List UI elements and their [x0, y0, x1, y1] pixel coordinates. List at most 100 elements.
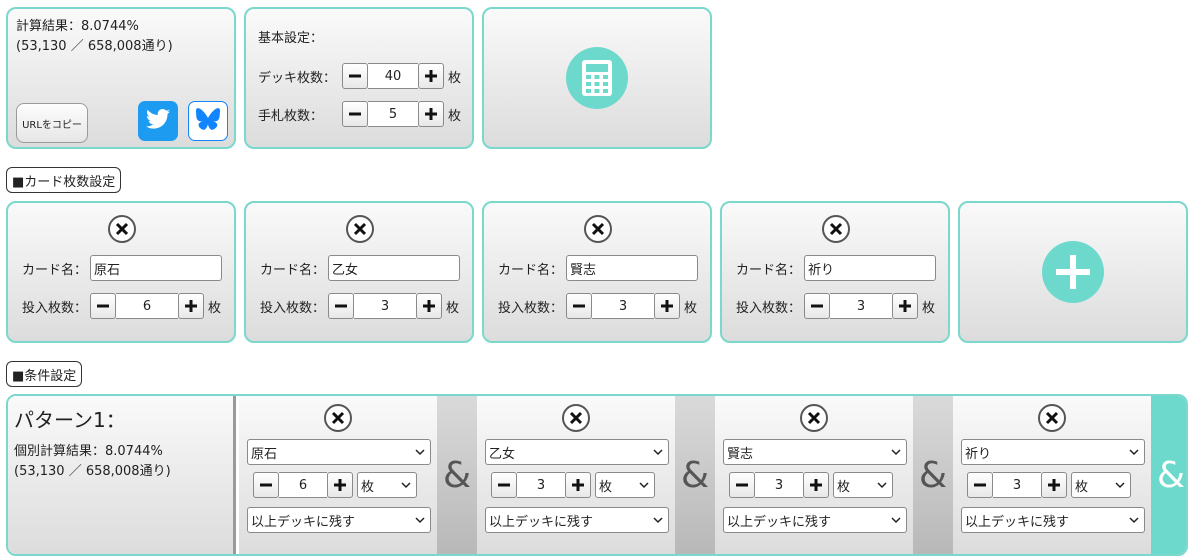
remove-card-button[interactable]: [346, 215, 374, 243]
card-count-value[interactable]: 3: [830, 293, 892, 319]
condition-decrement-button[interactable]: [491, 472, 517, 498]
condition-unit-select[interactable]: 枚: [1071, 472, 1131, 498]
condition-decrement-button[interactable]: [253, 472, 279, 498]
condition-count-value[interactable]: 3: [755, 472, 803, 498]
condition-settings-label: ■条件設定: [6, 361, 83, 387]
card-count-stepper: 3: [328, 293, 442, 319]
condition-increment-button[interactable]: [803, 472, 829, 498]
add-icon-circle: [1042, 241, 1104, 303]
hand-count-row: 手札枚数： 5 枚: [258, 101, 461, 127]
chevron-down-icon: [415, 449, 425, 456]
chevron-down-icon: [1129, 517, 1139, 524]
calculate-button[interactable]: [482, 7, 712, 149]
remove-card-button[interactable]: [108, 215, 136, 243]
remove-condition-button[interactable]: [800, 404, 828, 432]
condition-unit-select[interactable]: 枚: [833, 472, 893, 498]
condition-card-select[interactable]: 原石: [247, 439, 431, 465]
card-count-unit: 枚: [922, 300, 936, 316]
basic-settings-title: 基本設定：: [258, 31, 324, 46]
chevron-down-icon: [639, 482, 649, 489]
card-count-stepper: 3: [566, 293, 680, 319]
minus-icon: [97, 304, 109, 308]
deck-count-label: デッキ枚数：: [258, 70, 337, 86]
condition-mode-select[interactable]: 以上デッキに残す: [961, 507, 1145, 533]
condition-card-value: 乙女: [489, 446, 516, 462]
card-count-value[interactable]: 3: [592, 293, 654, 319]
card-increment-button[interactable]: [892, 293, 918, 319]
condition-unit-select[interactable]: 枚: [595, 472, 655, 498]
card-name-input[interactable]: 賢志: [566, 255, 698, 281]
copy-url-button[interactable]: URLをコピー: [16, 103, 88, 143]
remove-condition-button[interactable]: [1038, 404, 1066, 432]
card-name-row: カード名： 賢志: [498, 255, 698, 281]
condition-count-value[interactable]: 3: [517, 472, 565, 498]
condition-unit-value: 枚: [837, 479, 851, 495]
condition-mode-value: 以上デッキに残す: [251, 514, 356, 530]
condition-count-value[interactable]: 3: [993, 472, 1041, 498]
condition-mode-select[interactable]: 以上デッキに残す: [247, 507, 431, 533]
card-panel: カード名： 乙女 投入枚数： 3 枚: [244, 201, 474, 343]
card-name-row: カード名： 原石: [22, 255, 222, 281]
card-decrement-button[interactable]: [90, 293, 116, 319]
card-decrement-button[interactable]: [566, 293, 592, 319]
deck-count-row: デッキ枚数： 40 枚: [258, 63, 461, 89]
plus-icon: [810, 479, 822, 491]
card-increment-button[interactable]: [178, 293, 204, 319]
condition-card: 乙女 3 枚 以上デッキに残す: [477, 396, 675, 554]
deck-count-value[interactable]: 40: [368, 63, 418, 89]
condition-decrement-button[interactable]: [967, 472, 993, 498]
result-panel: 計算結果：8.0744% (53,130 ／ 658,008通り) URLをコピ…: [6, 7, 236, 149]
pattern-row: パターン1： 個別計算結果：8.0744% (53,130 ／ 658,008通…: [6, 394, 1188, 556]
minus-icon: [335, 304, 347, 308]
hand-decrement-button[interactable]: [342, 101, 368, 127]
hand-count-value[interactable]: 5: [368, 101, 418, 127]
and-operator: &: [437, 396, 477, 554]
remove-card-button[interactable]: [822, 215, 850, 243]
condition-mode-select[interactable]: 以上デッキに残す: [485, 507, 669, 533]
hand-increment-button[interactable]: [418, 101, 444, 127]
twitter-share-button[interactable]: [138, 101, 178, 141]
card-count-row: 投入枚数： 3 枚: [498, 293, 697, 319]
remove-card-button[interactable]: [584, 215, 612, 243]
card-name-input[interactable]: 原石: [90, 255, 222, 281]
bluesky-share-button[interactable]: [188, 101, 228, 141]
condition-count-stepper: 3: [491, 472, 591, 498]
hand-count-stepper: 5: [342, 101, 444, 127]
card-panel: カード名： 賢志 投入枚数： 3 枚: [482, 201, 712, 343]
condition-mode-select[interactable]: 以上デッキに残す: [723, 507, 907, 533]
card-increment-button[interactable]: [416, 293, 442, 319]
hand-unit: 枚: [448, 108, 462, 124]
deck-increment-button[interactable]: [418, 63, 444, 89]
condition-increment-button[interactable]: [565, 472, 591, 498]
condition-card-select[interactable]: 賢志: [723, 439, 907, 465]
condition-increment-button[interactable]: [1041, 472, 1067, 498]
condition-card-select[interactable]: 祈り: [961, 439, 1145, 465]
card-decrement-button[interactable]: [804, 293, 830, 319]
condition-unit-select[interactable]: 枚: [357, 472, 417, 498]
card-name-label: カード名：: [498, 262, 564, 278]
twitter-bird-icon: [146, 109, 170, 133]
card-count-value[interactable]: 3: [354, 293, 416, 319]
condition-increment-button[interactable]: [327, 472, 353, 498]
card-decrement-button[interactable]: [328, 293, 354, 319]
add-card-button[interactable]: [958, 201, 1188, 343]
result-combinations: (53,130 ／ 658,008通り): [16, 39, 173, 54]
remove-condition-button[interactable]: [324, 404, 352, 432]
condition-card-select[interactable]: 乙女: [485, 439, 669, 465]
condition-card: 賢志 3 枚 以上デッキに残す: [715, 396, 913, 554]
card-name-input[interactable]: 祈り: [804, 255, 936, 281]
card-increment-button[interactable]: [654, 293, 680, 319]
pattern-result-combinations: (53,130 ／ 658,008通り): [14, 464, 171, 479]
chevron-down-icon: [891, 517, 901, 524]
card-count-value[interactable]: 6: [116, 293, 178, 319]
remove-condition-button[interactable]: [562, 404, 590, 432]
deck-decrement-button[interactable]: [342, 63, 368, 89]
condition-decrement-button[interactable]: [729, 472, 755, 498]
card-name-input[interactable]: 乙女: [328, 255, 460, 281]
plus-icon: [661, 300, 673, 312]
calculator-icon: [582, 60, 612, 96]
condition-count-value[interactable]: 6: [279, 472, 327, 498]
pattern-header: パターン1： 個別計算結果：8.0744% (53,130 ／ 658,008通…: [8, 396, 236, 554]
add-condition-button[interactable]: &: [1151, 396, 1186, 554]
deck-count-stepper: 40: [342, 63, 444, 89]
